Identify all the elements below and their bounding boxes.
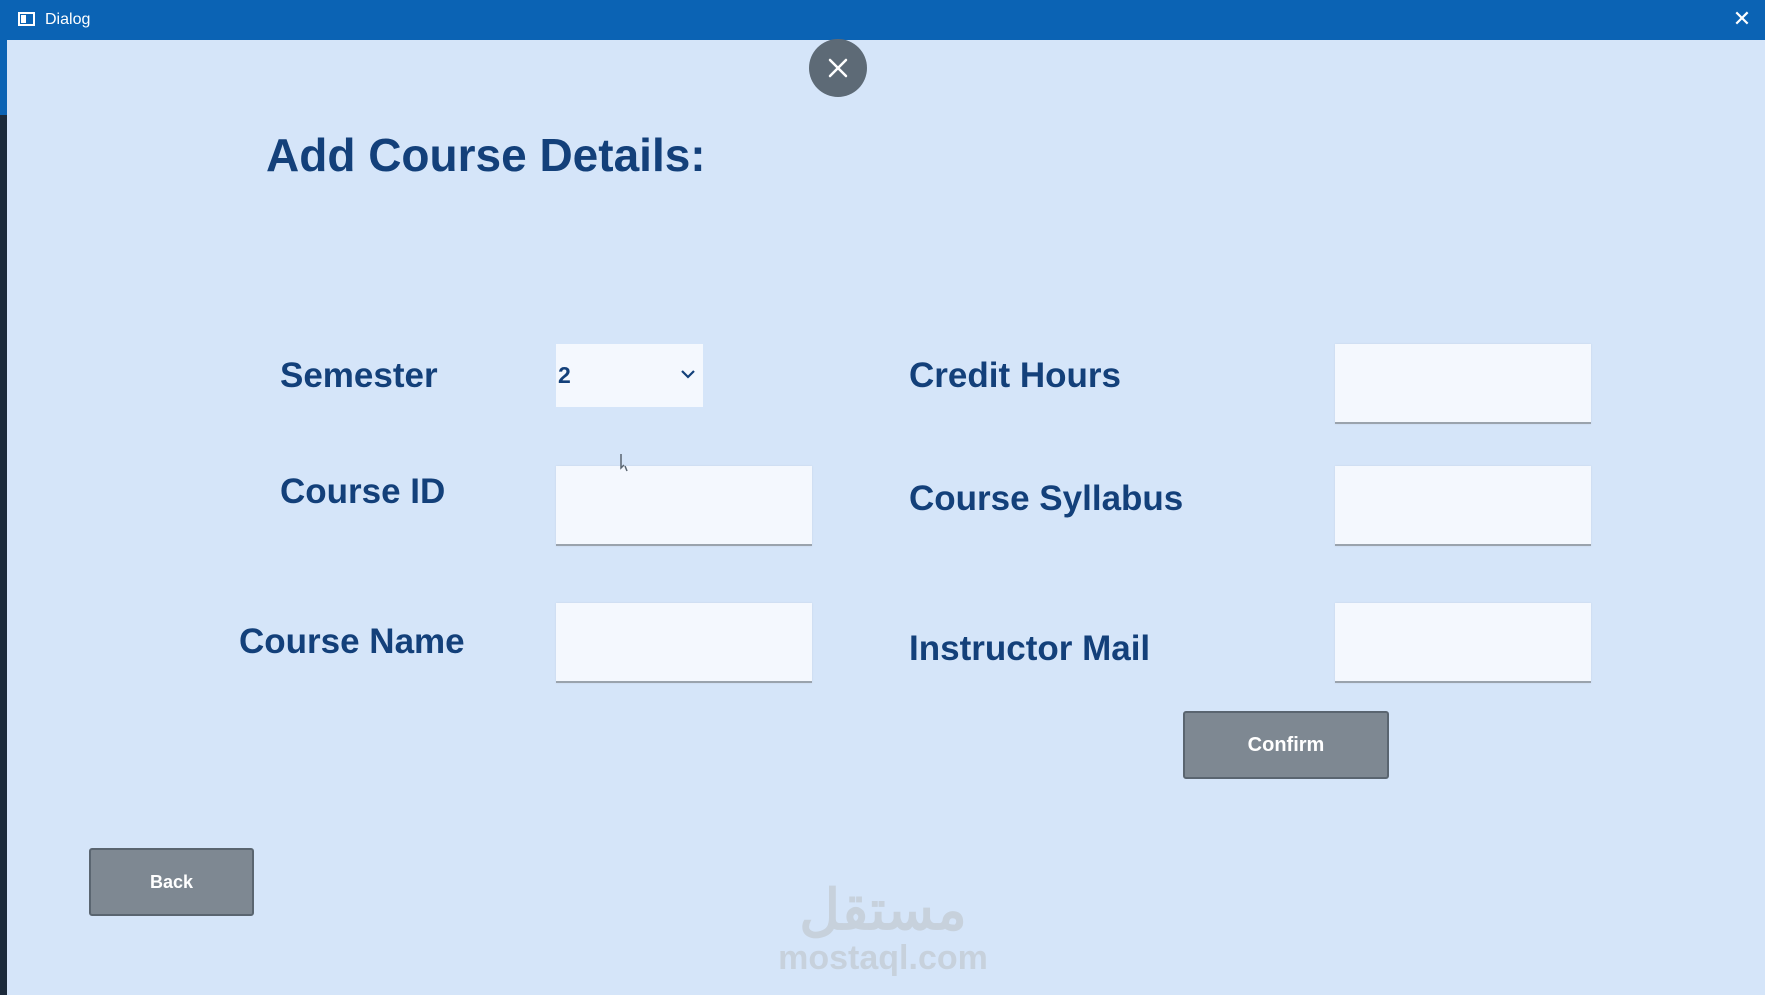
chevron-down-icon [681,370,695,379]
close-circle-icon[interactable] [809,39,867,97]
course-syllabus-input[interactable] [1335,466,1591,546]
semester-select[interactable]: 2 [556,344,703,407]
credit-hours-label: Credit Hours [909,356,1121,395]
course-syllabus-label: Course Syllabus [909,479,1184,518]
back-button[interactable]: Back [89,848,254,916]
window-left-edge [0,40,7,995]
window-title: Dialog [45,11,91,28]
course-id-label: Course ID [280,472,446,511]
watermark: مستقل mostaql.com [776,878,990,977]
title-bar: Dialog ✕ [0,0,1765,40]
semester-label: Semester [280,356,438,395]
course-name-input[interactable] [556,603,812,683]
close-icon[interactable]: ✕ [1727,4,1757,34]
app-window-icon [18,12,35,26]
page-title: Add Course Details: [266,129,706,181]
course-id-input[interactable] [556,466,812,546]
instructor-mail-input[interactable] [1335,603,1591,683]
semester-value: 2 [558,362,571,388]
watermark-latin: mostaql.com [778,939,988,977]
watermark-arabic: مستقل [799,878,967,941]
close-x-glyph [828,58,848,78]
course-name-label: Course Name [239,622,465,661]
confirm-button[interactable]: Confirm [1183,711,1389,779]
mouse-cursor-icon [620,454,628,472]
instructor-mail-label: Instructor Mail [909,629,1151,668]
credit-hours-input[interactable] [1335,344,1591,424]
